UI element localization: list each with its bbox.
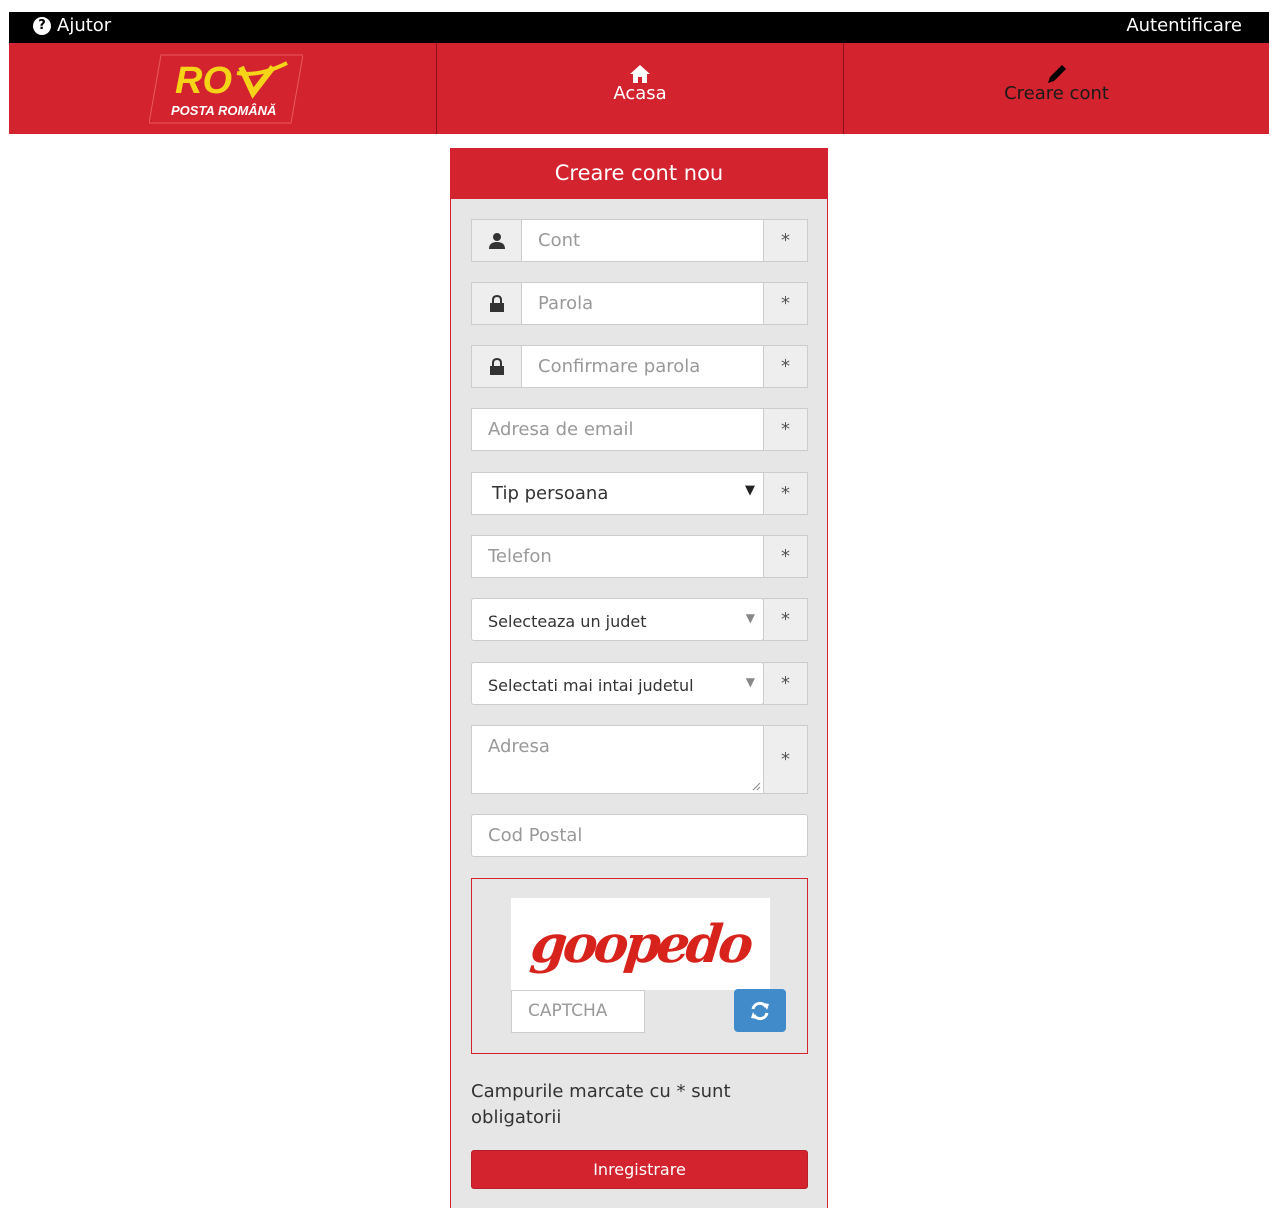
required-mark: * [763,282,808,325]
resize-handle-icon[interactable] [751,781,761,791]
captcha-refresh-button[interactable] [734,989,786,1032]
required-fields-note: Campurile marcate cu * sunt obligatorii [471,1081,731,1128]
register-button[interactable]: Inregistrare [471,1150,808,1189]
captcha-placeholder: CAPTCHA [528,1001,608,1021]
required-mark: * [763,219,808,262]
email-row: Adresa de email * [471,408,808,451]
postal-code-placeholder: Cod Postal [488,825,583,846]
login-link[interactable]: Autentificare [1126,15,1242,36]
password-row: Parola * [471,282,808,325]
caret-down-icon: ▼ [745,483,755,498]
pencil-icon [1047,65,1066,83]
person-type-value: Tip persoana [492,483,609,504]
confirm-password-placeholder: Confirmare parola [538,356,701,377]
password-placeholder: Parola [538,293,594,314]
county-row: Selecteaza un judet ▼ * [471,598,808,641]
account-input[interactable]: Cont [521,219,764,262]
nav-home[interactable]: Acasa [437,43,844,134]
captcha-section: goopedo CAPTCHA [471,878,808,1054]
postal-code-input[interactable]: Cod Postal [471,814,808,857]
help-link[interactable]: ? Ajutor [33,15,111,36]
posta-romana-logo[interactable]: RO POSTA ROMÂNĂ [149,53,303,125]
confirm-password-input[interactable]: Confirmare parola [521,345,764,388]
logo-cell: RO POSTA ROMÂNĂ [9,43,437,134]
top-bar: ? Ajutor Autentificare [9,12,1269,43]
phone-placeholder: Telefon [488,546,552,567]
question-circle-icon: ? [33,16,51,35]
lock-icon [471,282,522,325]
password-input[interactable]: Parola [521,282,764,325]
required-mark: * [763,345,808,388]
logo-text: POSTA ROMÂNĂ [171,103,276,118]
locality-row: Selectati mai intai judetul ▼ * [471,662,808,705]
help-label: Ajutor [57,15,112,36]
email-input[interactable]: Adresa de email [471,408,764,451]
required-mark: * [763,662,808,705]
required-mark: * [763,598,808,641]
captcha-image: goopedo [511,898,770,990]
required-mark: * [763,408,808,451]
nav-create-account[interactable]: Creare cont [844,43,1269,134]
captcha-input[interactable]: CAPTCHA [511,990,645,1033]
panel-title: Creare cont nou [451,149,827,199]
address-textarea[interactable]: Adresa [471,725,764,794]
user-icon [471,219,522,262]
caret-down-icon: ▼ [745,611,755,625]
locality-select[interactable]: Selectati mai intai judetul ▼ [471,662,764,705]
phone-row: Telefon * [471,535,808,578]
nav-create-label: Creare cont [1004,83,1109,104]
locality-value: Selectati mai intai judetul [488,676,694,695]
address-row: Adresa * [471,725,808,794]
email-placeholder: Adresa de email [488,419,634,440]
account-placeholder: Cont [538,230,581,251]
county-value: Selecteaza un judet [488,612,647,631]
person-type-select[interactable]: Tip persoana ▼ [471,472,764,515]
postal-code-row: Cod Postal [471,814,808,857]
nav-home-label: Acasa [613,83,667,104]
main-nav: RO POSTA ROMÂNĂ Acasa Creare cont [9,43,1269,134]
account-row: Cont * [471,219,808,262]
lock-icon [471,345,522,388]
caret-down-icon: ▼ [745,675,755,689]
address-placeholder: Adresa [488,736,550,757]
county-select[interactable]: Selecteaza un judet ▼ [471,598,764,641]
captcha-text: goopedo [528,913,753,975]
person-type-row: Tip persoana ▼ * [471,472,808,515]
confirm-password-row: Confirmare parola * [471,345,808,388]
refresh-icon [751,1001,769,1020]
home-icon [630,65,650,83]
svg-text:RO: RO [175,60,232,102]
register-panel: Creare cont nou Cont * Parola * Confirma… [450,148,828,1208]
required-mark: * [763,725,808,794]
phone-input[interactable]: Telefon [471,535,764,578]
required-mark: * [763,535,808,578]
required-mark: * [763,472,808,515]
